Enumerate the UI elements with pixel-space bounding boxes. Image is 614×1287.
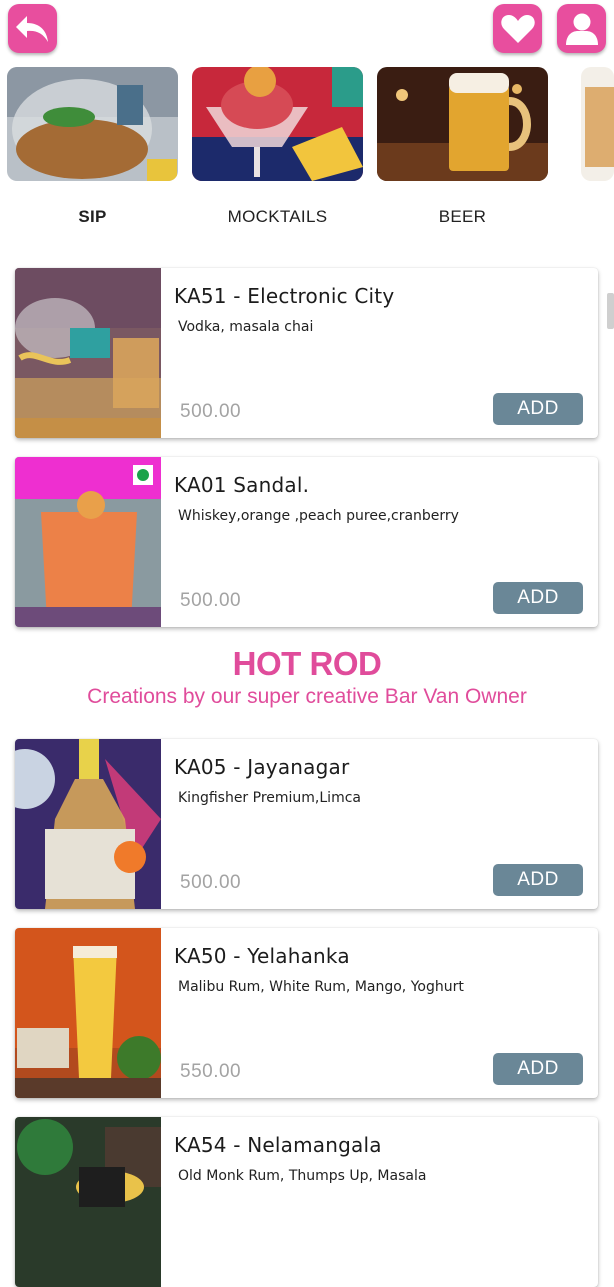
item-description: Vodka, masala chai xyxy=(178,319,314,335)
category-tab-beer[interactable]: BEER xyxy=(377,207,548,227)
section-subtitle: Creations by our super creative Bar Van … xyxy=(87,685,527,708)
add-button[interactable]: ADD xyxy=(493,393,583,425)
item-description: Whiskey,orange ,peach puree,cranberry xyxy=(178,508,459,524)
item-price: 500.00 xyxy=(180,590,242,611)
item-image xyxy=(15,1117,161,1287)
add-button[interactable]: ADD xyxy=(493,1053,583,1085)
item-description: Old Monk Rum, Thumps Up, Masala xyxy=(178,1168,427,1184)
item-image xyxy=(15,739,161,909)
menu-item-card[interactable]: KA51 - Electronic City Vodka, masala cha… xyxy=(15,268,598,438)
item-name: KA50 - Yelahanka xyxy=(174,944,350,968)
menu-item-card[interactable]: KA01 Sandal. Whiskey,orange ,peach puree… xyxy=(15,457,598,627)
section-title: HOT ROD xyxy=(232,645,382,682)
scrollbar[interactable] xyxy=(607,293,614,329)
item-image xyxy=(15,928,161,1098)
back-arrow-icon xyxy=(15,15,48,42)
category-tab-sip[interactable]: SIP xyxy=(7,207,178,227)
item-image xyxy=(15,457,161,627)
category-image-mocktails[interactable] xyxy=(192,67,363,181)
heart-icon xyxy=(500,14,535,43)
back-button[interactable] xyxy=(8,4,57,53)
add-button[interactable]: ADD xyxy=(493,582,583,614)
item-description: Kingfisher Premium,Limca xyxy=(178,790,361,806)
item-name: KA54 - Nelamangala xyxy=(174,1133,382,1157)
item-image xyxy=(15,268,161,438)
item-price: 500.00 xyxy=(180,401,242,422)
item-name: KA01 Sandal. xyxy=(174,473,310,497)
profile-button[interactable] xyxy=(557,4,606,53)
item-price: 550.00 xyxy=(180,1061,242,1082)
item-description: Malibu Rum, White Rum, Mango, Yoghurt xyxy=(178,979,464,995)
item-name: KA05 - Jayanagar xyxy=(174,755,350,779)
favorites-button[interactable] xyxy=(493,4,542,53)
category-image-sip[interactable] xyxy=(7,67,178,181)
category-image-partial[interactable] xyxy=(581,67,614,181)
user-icon xyxy=(565,13,598,45)
menu-item-card[interactable]: KA50 - Yelahanka Malibu Rum, White Rum, … xyxy=(15,928,598,1098)
item-price: 500.00 xyxy=(180,872,242,893)
menu-item-card[interactable]: KA54 - Nelamangala Old Monk Rum, Thumps … xyxy=(15,1117,598,1287)
menu-item-card[interactable]: KA05 - Jayanagar Kingfisher Premium,Limc… xyxy=(15,739,598,909)
add-button[interactable]: ADD xyxy=(493,864,583,896)
category-image-beer[interactable] xyxy=(377,67,548,181)
item-name: KA51 - Electronic City xyxy=(174,284,395,308)
category-tab-mocktails[interactable]: MOCKTAILS xyxy=(192,207,363,227)
